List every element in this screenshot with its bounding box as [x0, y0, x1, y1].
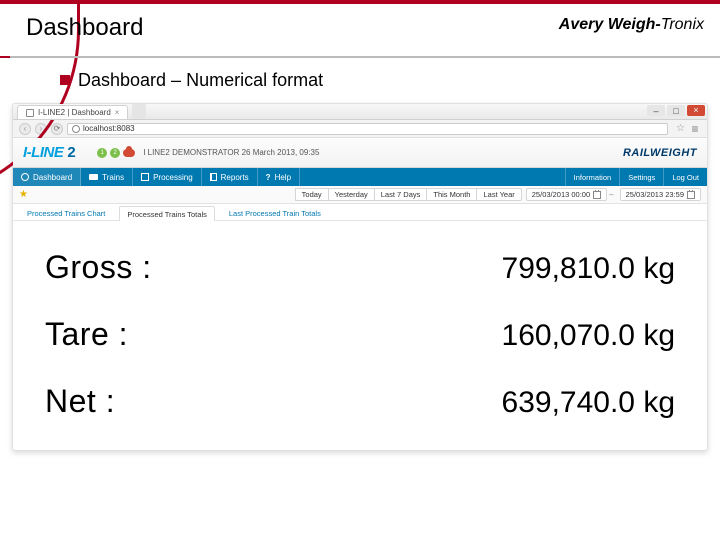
filter-lastyear[interactable]: Last Year — [476, 188, 521, 201]
calendar-icon — [687, 191, 695, 199]
filter-bar: ★ Today Yesterday Last 7 Days This Month… — [13, 186, 707, 204]
nav-label: Trains — [102, 173, 124, 182]
nav-reports[interactable]: Reports — [202, 168, 258, 186]
slide-subtitle-row: Dashboard – Numerical format — [0, 58, 720, 101]
total-value: 799,810.0 kg — [502, 252, 675, 286]
status-dot-1-icon: 1 — [97, 148, 107, 158]
dashboard-icon — [21, 173, 29, 181]
window-controls: – □ × — [647, 105, 705, 116]
app-logo-main: I-LINE — [23, 144, 63, 161]
forward-button[interactable]: › — [35, 123, 47, 135]
bullet-icon — [60, 75, 70, 85]
nav-processing[interactable]: Processing — [133, 168, 202, 186]
back-button[interactable]: ‹ — [19, 123, 31, 135]
browser-tab[interactable]: I-LINE2 | Dashboard × — [17, 105, 128, 119]
date-to-input[interactable]: 25/03/2013 23:59 — [620, 188, 701, 201]
nav-right-label: Settings — [628, 173, 655, 182]
nav-label: Processing — [153, 173, 193, 182]
app-subtitle: I LINE2 DEMONSTRATOR 26 March 2013, 09:3… — [143, 148, 319, 157]
date-to-text: 25/03/2013 23:59 — [626, 190, 684, 199]
nav-label: Dashboard — [33, 173, 72, 182]
filter-last7days[interactable]: Last 7 Days — [374, 188, 427, 201]
reload-button[interactable]: ⟳ — [51, 123, 63, 135]
cloud-alert-icon — [123, 149, 135, 157]
filter-today[interactable]: Today — [295, 188, 328, 201]
bookmark-icon[interactable]: ☆ — [676, 123, 685, 134]
total-value: 639,740.0 kg — [502, 386, 675, 420]
nav-logout[interactable]: Log Out — [663, 168, 707, 186]
train-icon — [89, 174, 98, 180]
header-rule — [0, 56, 720, 58]
total-label: Tare : — [45, 316, 128, 353]
app-header: I-LINE2 1 2 I LINE2 DEMONSTRATOR 26 Marc… — [13, 138, 707, 168]
slide-header: Dashboard Avery Weigh-Tronix — [0, 0, 720, 58]
app-logo: I-LINE2 — [23, 144, 75, 161]
subtab-chart[interactable]: Processed Trains Chart — [19, 205, 113, 220]
browser-window: I-LINE2 | Dashboard × – □ × ‹ › ⟳ localh… — [12, 103, 708, 451]
browser-tab-title: I-LINE2 | Dashboard — [38, 108, 111, 117]
nav-help[interactable]: ? Help — [258, 168, 300, 186]
railweight-logo: RAILWEIGHT — [623, 147, 697, 159]
nav-right-label: Information — [574, 173, 612, 182]
status-icons: 1 2 — [97, 148, 135, 158]
page-icon — [26, 109, 34, 117]
address-text: localhost:8083 — [83, 124, 135, 133]
subtab-totals[interactable]: Processed Trains Totals — [119, 206, 214, 221]
filter-yesterday[interactable]: Yesterday — [328, 188, 374, 201]
app-navbar: Dashboard Trains Processing Reports ? Hel… — [13, 168, 707, 186]
new-tab-button[interactable] — [132, 104, 146, 119]
slide-title: Dashboard — [26, 14, 143, 42]
brand-main: Avery Weigh- — [559, 16, 661, 33]
browser-tabstrip: I-LINE2 | Dashboard × – □ × — [13, 104, 707, 120]
browser-menu-icon[interactable]: ≡ — [689, 122, 701, 136]
total-value: 160,070.0 kg — [502, 319, 675, 353]
slide-subtitle: Dashboard – Numerical format — [78, 70, 323, 90]
brand-suffix: Tronix — [661, 16, 704, 33]
status-dot-2-icon: 2 — [110, 148, 120, 158]
globe-icon — [72, 125, 80, 133]
app-logo-two: 2 — [67, 144, 75, 161]
subtab-last-train[interactable]: Last Processed Train Totals — [221, 205, 329, 220]
total-label: Net : — [45, 383, 115, 420]
close-window-button[interactable]: × — [687, 105, 705, 116]
nav-right-label: Log Out — [672, 173, 699, 182]
total-row-net: Net : 639,740.0 kg — [41, 373, 679, 440]
nav-label: Help — [275, 173, 291, 182]
processing-icon — [141, 173, 149, 181]
filter-thismonth[interactable]: This Month — [426, 188, 476, 201]
brand-logo: Avery Weigh-Tronix — [559, 16, 704, 34]
sub-tabs: Processed Trains Chart Processed Trains … — [13, 204, 707, 221]
nav-settings[interactable]: Settings — [619, 168, 663, 186]
calendar-icon — [593, 191, 601, 199]
minimize-button[interactable]: – — [647, 105, 665, 116]
totals-panel: Gross : 799,810.0 kg Tare : 160,070.0 kg… — [13, 221, 707, 450]
total-row-tare: Tare : 160,070.0 kg — [41, 306, 679, 373]
nav-label: Reports — [221, 173, 249, 182]
nav-spacer — [300, 168, 565, 186]
browser-address-bar: ‹ › ⟳ localhost:8083 ☆ ≡ — [13, 120, 707, 138]
nav-information[interactable]: Information — [565, 168, 620, 186]
address-input[interactable]: localhost:8083 — [67, 123, 668, 135]
maximize-button[interactable]: □ — [667, 105, 685, 116]
date-from-input[interactable]: 25/03/2013 00:00 — [526, 188, 607, 201]
date-from-text: 25/03/2013 00:00 — [532, 190, 590, 199]
date-range-dash: – — [609, 190, 613, 199]
close-tab-icon[interactable]: × — [115, 108, 120, 117]
total-row-gross: Gross : 799,810.0 kg — [41, 239, 679, 306]
reports-icon — [210, 173, 217, 181]
nav-dashboard[interactable]: Dashboard — [13, 168, 81, 186]
help-icon: ? — [266, 173, 271, 182]
total-label: Gross : — [45, 249, 152, 286]
nav-trains[interactable]: Trains — [81, 168, 133, 186]
favorite-icon[interactable]: ★ — [19, 189, 28, 200]
